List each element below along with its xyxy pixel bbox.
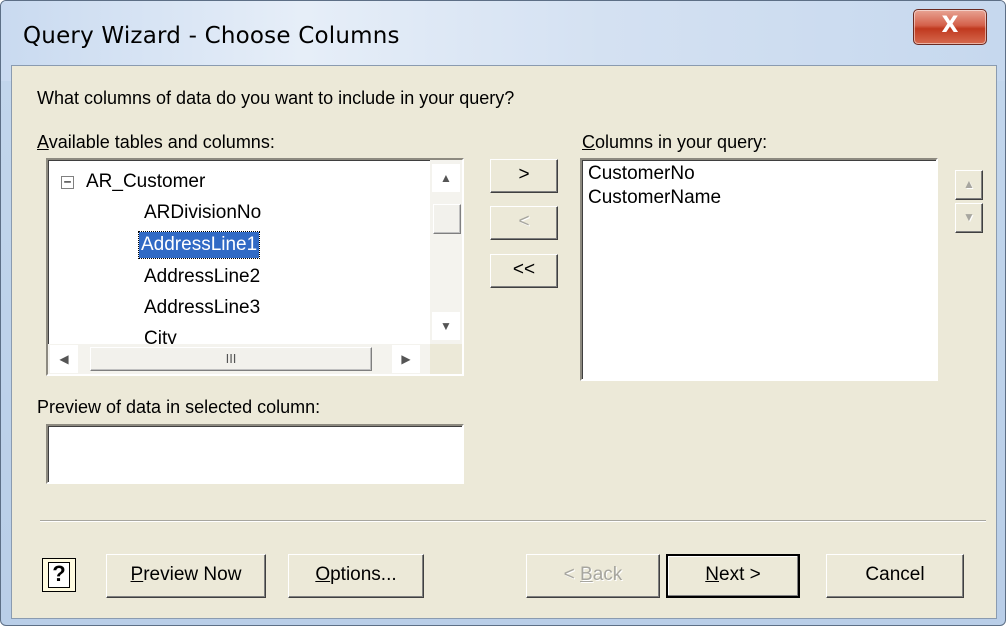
- scroll-left-icon[interactable]: ◀: [50, 345, 78, 373]
- query-columns-listbox[interactable]: CustomerNo CustomerName: [580, 158, 938, 381]
- available-columns-label: Available tables and columns:: [37, 132, 275, 153]
- options-button[interactable]: Options...: [288, 554, 424, 598]
- prompt-text: What columns of data do you want to incl…: [37, 88, 515, 108]
- next-button[interactable]: Next >: [666, 554, 800, 598]
- query-label-text: olumns in your query:: [595, 132, 768, 152]
- tree-item-ar-customer[interactable]: AR_Customer: [86, 169, 205, 195]
- back-button[interactable]: < Back: [526, 554, 660, 598]
- horizontal-scrollbar[interactable]: ◀ III ▶: [48, 344, 430, 374]
- preview-now-text: review Now: [143, 564, 242, 585]
- back-text: ack: [592, 564, 623, 585]
- vertical-scroll-thumb[interactable]: [433, 204, 461, 234]
- horizontal-scroll-thumb[interactable]: III: [90, 347, 372, 371]
- help-icon[interactable]: ?: [42, 558, 76, 592]
- preview-label: Preview of data in selected column:: [37, 397, 321, 417]
- vertical-scrollbar[interactable]: ▲ ▼: [430, 160, 462, 344]
- add-column-button[interactable]: >: [490, 159, 558, 193]
- remove-column-button[interactable]: <: [490, 206, 558, 240]
- move-down-icon[interactable]: ▼: [955, 203, 983, 233]
- separator: [40, 520, 986, 522]
- tree-item-addressline1[interactable]: AddressLine1: [137, 231, 261, 259]
- query-wizard-window: Query Wizard - Choose Columns X What col…: [0, 0, 1006, 626]
- preview-now-button[interactable]: Preview Now: [106, 554, 266, 598]
- scrollbar-corner: [430, 344, 462, 374]
- scroll-right-icon[interactable]: ▶: [392, 345, 420, 373]
- available-columns-listbox[interactable]: − AR_Customer ARDivisionNo AddressLine1 …: [46, 158, 464, 376]
- query-label-accesskey: C: [582, 132, 595, 152]
- window-title: Query Wizard - Choose Columns: [23, 23, 400, 49]
- tree-item-addressline3[interactable]: AddressLine3: [144, 295, 260, 321]
- next-accesskey: N: [705, 564, 719, 585]
- tree-item-city[interactable]: City: [144, 326, 177, 346]
- available-label-accesskey: A: [37, 132, 49, 152]
- query-column-item[interactable]: CustomerName: [588, 186, 721, 212]
- dialog-client-area: What columns of data do you want to incl…: [11, 65, 997, 619]
- back-prefix: <: [563, 564, 581, 585]
- next-text: ext >: [719, 564, 761, 585]
- scroll-down-icon[interactable]: ▼: [432, 312, 460, 340]
- back-accesskey: B: [580, 564, 593, 585]
- collapse-tree-icon[interactable]: −: [61, 176, 74, 189]
- help-glyph: ?: [48, 562, 70, 588]
- remove-all-columns-button[interactable]: <<: [490, 254, 558, 288]
- available-label-text: vailable tables and columns:: [48, 132, 275, 152]
- cancel-button[interactable]: Cancel: [826, 554, 964, 598]
- options-accesskey: O: [315, 564, 331, 585]
- tree-item-ardivisionno[interactable]: ARDivisionNo: [144, 200, 261, 226]
- preview-field: [46, 424, 464, 484]
- scroll-up-icon[interactable]: ▲: [432, 164, 460, 192]
- close-button[interactable]: X: [913, 9, 987, 45]
- options-text: ptions...: [330, 564, 397, 585]
- tree-item-addressline2[interactable]: AddressLine2: [144, 264, 260, 290]
- query-columns-label: Columns in your query:: [582, 132, 767, 153]
- preview-now-accesskey: P: [130, 564, 144, 585]
- query-column-item[interactable]: CustomerNo: [588, 162, 695, 188]
- move-up-icon[interactable]: ▲: [955, 170, 983, 200]
